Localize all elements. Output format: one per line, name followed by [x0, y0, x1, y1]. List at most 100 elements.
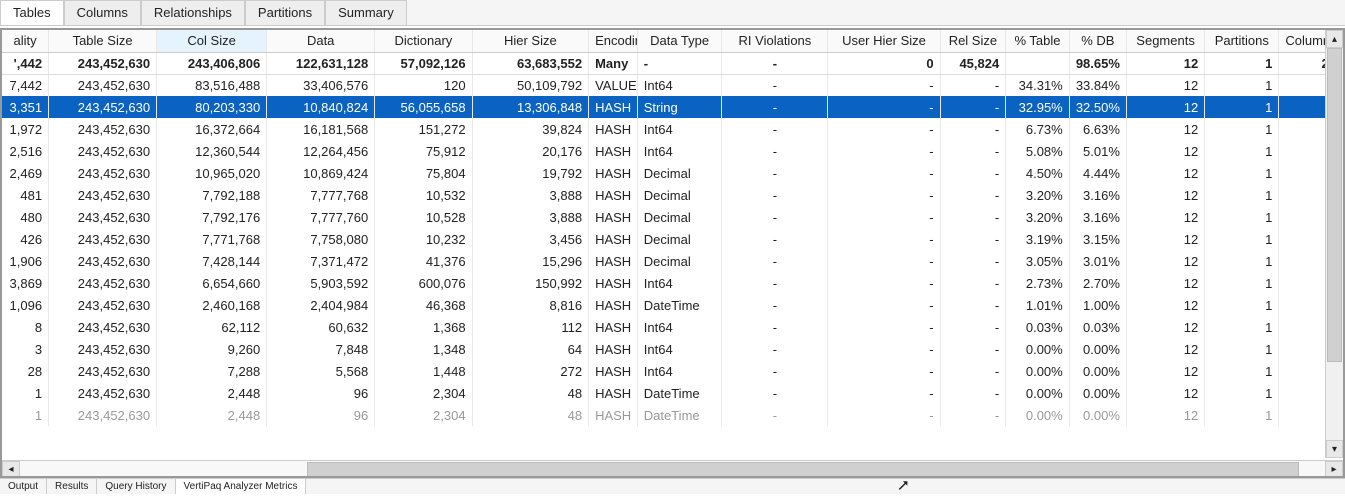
scroll-down-button[interactable]: ▾ [1326, 440, 1343, 458]
cell-dict[interactable]: 600,076 [375, 272, 472, 294]
cell-enc[interactable]: VALUE [589, 74, 638, 96]
cell-tsize[interactable]: 243,452,630 [49, 140, 157, 162]
cell-dict[interactable]: 1,448 [375, 360, 472, 382]
cell-hier[interactable]: 112 [472, 316, 588, 338]
cell-seg[interactable]: 12 [1126, 74, 1204, 96]
table-row[interactable]: 1,906243,452,6307,428,1447,371,47241,376… [2, 250, 1343, 272]
tab-relationships[interactable]: Relationships [141, 0, 245, 25]
cell-ality[interactable]: 480 [2, 206, 49, 228]
cell-ptab[interactable]: 3.20% [1006, 206, 1070, 228]
cell-dict[interactable]: 56,055,658 [375, 96, 472, 118]
cell-ptab[interactable]: 4.50% [1006, 162, 1070, 184]
cell-data[interactable]: 12,264,456 [267, 140, 375, 162]
cell-tsize[interactable]: 243,452,630 [49, 118, 157, 140]
cell-uhs[interactable]: 0 [828, 52, 940, 74]
grid-scroll[interactable]: alityTable SizeCol SizeDataDictionaryHie… [2, 30, 1343, 460]
cell-hier[interactable]: 63,683,552 [472, 52, 588, 74]
cell-uhs[interactable]: - [828, 272, 940, 294]
cell-rels[interactable]: - [940, 250, 1006, 272]
cell-csize[interactable]: 243,406,806 [157, 52, 267, 74]
cell-data[interactable]: 7,777,760 [267, 206, 375, 228]
cell-rels[interactable]: - [940, 206, 1006, 228]
cell-enc[interactable]: HASH [589, 382, 638, 404]
table-row[interactable]: 481243,452,6307,792,1887,777,76810,5323,… [2, 184, 1343, 206]
cell-uhs[interactable]: - [828, 338, 940, 360]
cell-data[interactable]: 7,371,472 [267, 250, 375, 272]
cell-tsize[interactable]: 243,452,630 [49, 360, 157, 382]
cell-pdb[interactable]: 1.00% [1069, 294, 1126, 316]
bottom-tab-query-history[interactable]: Query History [97, 479, 175, 494]
cell-enc[interactable]: HASH [589, 206, 638, 228]
cell-dict[interactable]: 75,912 [375, 140, 472, 162]
cell-hier[interactable]: 50,109,792 [472, 74, 588, 96]
cell-rels[interactable]: - [940, 162, 1006, 184]
cell-riv[interactable]: - [722, 118, 828, 140]
cell-enc[interactable]: HASH [589, 250, 638, 272]
cell-uhs[interactable]: - [828, 74, 940, 96]
cell-enc[interactable]: HASH [589, 118, 638, 140]
cell-pdb[interactable]: 32.50% [1069, 96, 1126, 118]
cell-riv[interactable]: - [722, 74, 828, 96]
bottom-tab-output[interactable]: Output [0, 479, 47, 494]
cell-rels[interactable]: - [940, 360, 1006, 382]
cell-ality[interactable]: 1,096 [2, 294, 49, 316]
cell-csize[interactable]: 9,260 [157, 338, 267, 360]
cell-riv[interactable]: - [722, 404, 828, 426]
cell-tsize[interactable]: 243,452,630 [49, 184, 157, 206]
cell-pdb[interactable]: 6.63% [1069, 118, 1126, 140]
cell-enc[interactable]: HASH [589, 272, 638, 294]
cell-ality[interactable]: 8 [2, 316, 49, 338]
cell-ality[interactable]: 481 [2, 184, 49, 206]
column-header-tsize[interactable]: Table Size [49, 30, 157, 52]
cell-part[interactable]: 1 [1205, 184, 1279, 206]
cell-csize[interactable]: 7,792,176 [157, 206, 267, 228]
cell-dict[interactable]: 151,272 [375, 118, 472, 140]
cell-seg[interactable]: 12 [1126, 96, 1204, 118]
cell-pdb[interactable]: 33.84% [1069, 74, 1126, 96]
column-header-dict[interactable]: Dictionary [375, 30, 472, 52]
cell-ptab[interactable]: 0.00% [1006, 338, 1070, 360]
cell-rels[interactable]: - [940, 316, 1006, 338]
cell-uhs[interactable]: - [828, 118, 940, 140]
cell-rels[interactable]: - [940, 338, 1006, 360]
table-row[interactable]: 426243,452,6307,771,7687,758,08010,2323,… [2, 228, 1343, 250]
cell-tsize[interactable]: 243,452,630 [49, 206, 157, 228]
cell-tsize[interactable]: 243,452,630 [49, 52, 157, 74]
cell-dict[interactable]: 10,528 [375, 206, 472, 228]
cell-tsize[interactable]: 243,452,630 [49, 96, 157, 118]
cell-pdb[interactable]: 2.70% [1069, 272, 1126, 294]
cell-data[interactable]: 33,406,576 [267, 74, 375, 96]
cell-uhs[interactable]: - [828, 184, 940, 206]
scroll-left-button[interactable]: ◂ [2, 461, 20, 478]
cell-data[interactable]: 2,404,984 [267, 294, 375, 316]
cell-seg[interactable]: 12 [1126, 118, 1204, 140]
table-row[interactable]: 1243,452,6302,448962,30448HASHDateTime--… [2, 382, 1343, 404]
cell-ptab[interactable]: 6.73% [1006, 118, 1070, 140]
cell-rels[interactable]: - [940, 140, 1006, 162]
cell-riv[interactable]: - [722, 338, 828, 360]
cell-dtype[interactable]: Decimal [637, 250, 722, 272]
cell-hier[interactable]: 8,816 [472, 294, 588, 316]
column-header-data[interactable]: Data [267, 30, 375, 52]
cell-dict[interactable]: 75,804 [375, 162, 472, 184]
cell-dict[interactable]: 120 [375, 74, 472, 96]
cell-dict[interactable]: 57,092,126 [375, 52, 472, 74]
cell-dtype[interactable]: Int64 [637, 360, 722, 382]
cell-dtype[interactable]: Int64 [637, 74, 722, 96]
cell-ality[interactable]: 2,516 [2, 140, 49, 162]
cell-enc[interactable]: Many [589, 52, 638, 74]
cell-hier[interactable]: 19,792 [472, 162, 588, 184]
tab-partitions[interactable]: Partitions [245, 0, 325, 25]
cell-seg[interactable]: 12 [1126, 338, 1204, 360]
cell-seg[interactable]: 12 [1126, 52, 1204, 74]
cell-tsize[interactable]: 243,452,630 [49, 272, 157, 294]
hscroll-thumb[interactable] [307, 462, 1299, 477]
table-row[interactable]: 28243,452,6307,2885,5681,448272HASHInt64… [2, 360, 1343, 382]
cell-dtype[interactable]: Decimal [637, 228, 722, 250]
cell-seg[interactable]: 12 [1126, 360, 1204, 382]
cell-tsize[interactable]: 243,452,630 [49, 338, 157, 360]
cell-dict[interactable]: 46,368 [375, 294, 472, 316]
cell-enc[interactable]: HASH [589, 140, 638, 162]
table-row[interactable]: 2,469243,452,63010,965,02010,869,42475,8… [2, 162, 1343, 184]
cell-part[interactable]: 1 [1205, 404, 1279, 426]
